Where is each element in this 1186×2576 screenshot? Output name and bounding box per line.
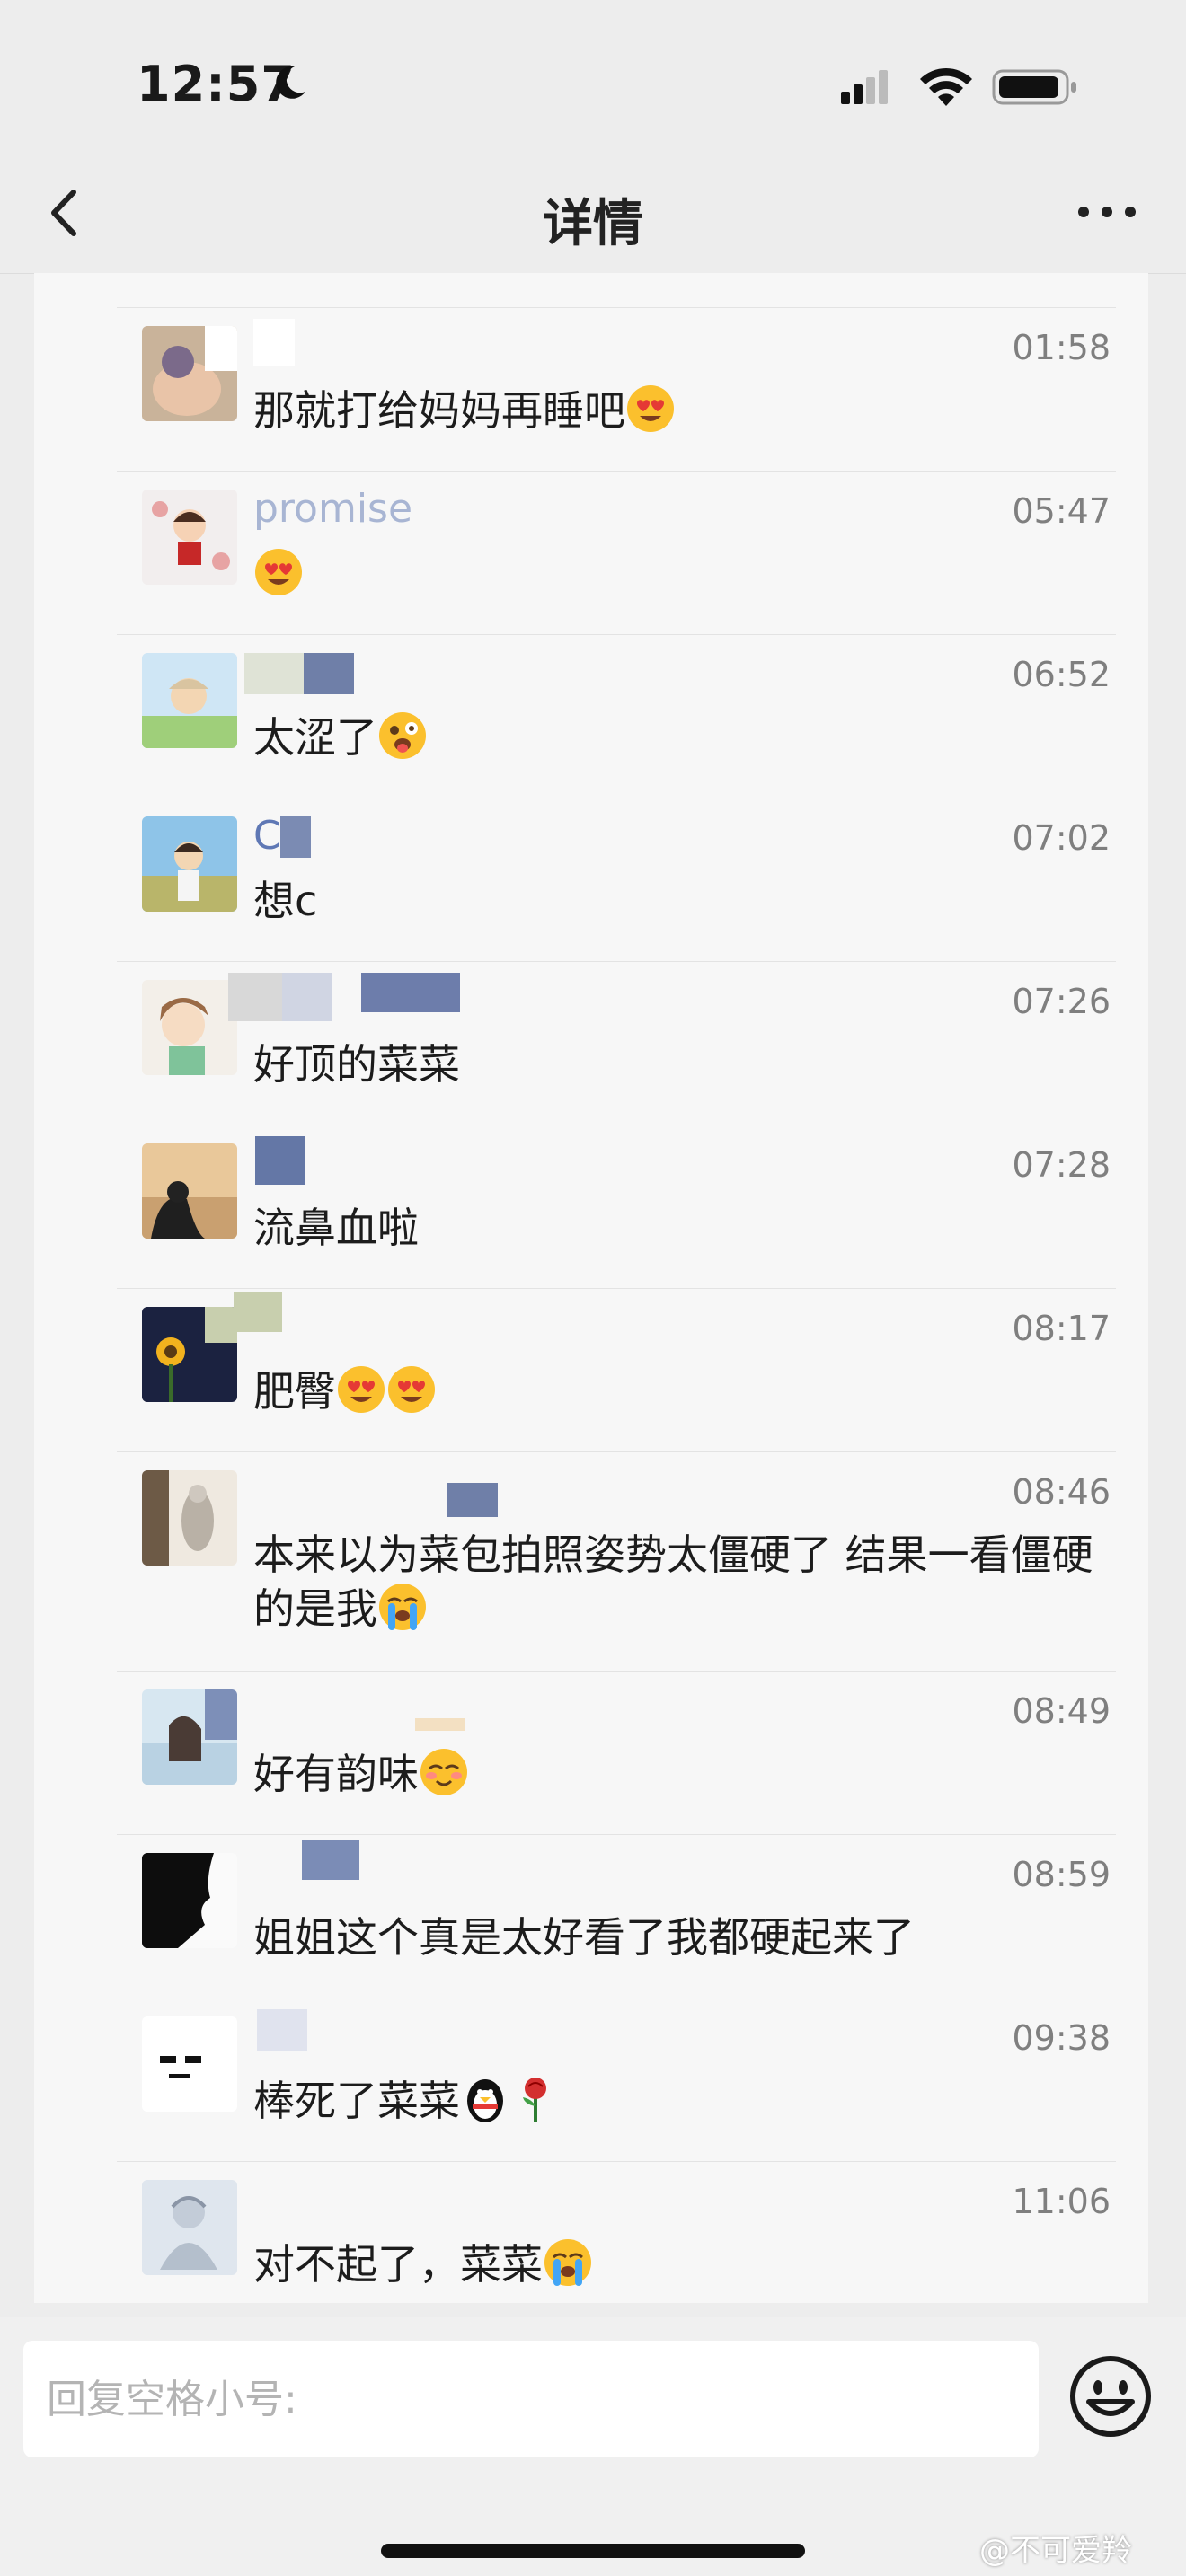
username-mosaic [253,1463,498,1517]
username[interactable]: promise [253,486,412,532]
username-mosaic [228,973,460,1021]
watermark: @不可爱羚 [979,2533,1132,2569]
moon-icon [276,66,305,99]
more-options-icon[interactable] [1071,194,1143,230]
avatar[interactable] [142,326,237,421]
avatar[interactable] [142,1470,237,1566]
comment-text: 好有韵味 [253,1747,1116,1801]
avatar[interactable] [142,816,237,912]
comment-text: 本来以为菜包拍照姿势太僵硬了 结果一看僵硬的是我 [253,1528,1116,1636]
username-mosaic [253,319,361,366]
comment-text: 好顶的菜菜 [253,1040,460,1089]
username-mosaic [253,1136,361,1185]
avatar[interactable] [142,1143,237,1239]
comment-item[interactable]: 09:38 棒死了菜菜 [117,1998,1116,2162]
comment-item[interactable]: 08:17 肥臀 [117,1288,1116,1452]
username-mosaic [234,1292,361,1346]
comment-item[interactable]: 08:46 本来以为菜包拍照姿势太僵硬了 结果一看僵硬的是我 [117,1451,1116,1672]
comment-time: 05:47 [1012,491,1111,531]
comment-item[interactable]: C 07:02 想c [117,798,1116,962]
crying-emoji-icon [544,2239,591,2286]
comment-text-content: 太涩了 [253,713,377,762]
avatar[interactable] [142,2016,237,2112]
comment-text: 想c [253,877,318,925]
comment-item[interactable]: 06:52 太涩了 [117,634,1116,798]
status-bar: 12:57 [0,0,1186,153]
comment-text [253,547,1116,601]
comment-time: 07:28 [1012,1145,1111,1185]
blush-emoji-icon [420,1749,467,1795]
username-mosaic [253,1840,361,1892]
comment-time: 11:06 [1012,2182,1111,2221]
crying-emoji-icon [379,1584,426,1630]
comment-text: 姐姐这个真是太好看了我都硬起来了 [253,1913,915,1962]
heart-eyes-emoji-icon [627,385,674,432]
comment-item[interactable]: 07:26 好顶的菜菜 [117,961,1116,1125]
comment-text: 太涩了 [253,710,1116,764]
comment-time: 08:49 [1012,1691,1111,1731]
rose-emoji-icon [523,2078,546,2122]
avatar[interactable] [142,2180,237,2275]
comment-text-content: 那就打给妈妈再睡吧 [253,386,625,435]
comment-item[interactable]: 11:06 对不起了，菜菜 [117,2161,1116,2303]
comment-time: 08:17 [1012,1309,1111,1348]
avatar[interactable] [142,653,237,748]
home-indicator [381,2544,805,2558]
comment-text: 肥臀 [253,1364,1116,1418]
username-mosaic [253,2009,361,2056]
comment-text-content: 肥臀 [253,1367,336,1416]
comment-text-content: 好有韵味 [253,1750,419,1798]
avatar[interactable] [142,1689,237,1785]
comment-item[interactable]: 08:59 姐姐这个真是太好看了我都硬起来了 [117,1834,1116,1998]
comment-time: 08:59 [1012,1855,1111,1894]
username-mosaic [253,1682,465,1731]
wifi-icon [920,67,972,106]
comment-item[interactable]: promise 05:47 [117,471,1116,635]
reply-bar: @不可爱羚 [0,2317,1186,2576]
heart-eyes-emoji-icon [338,1366,385,1413]
comment-list: 01:58 那就打给妈妈再睡吧 promise 05:47 06:52 太涩了 … [34,273,1148,2303]
comment-time: 07:26 [1012,982,1111,1021]
comment-text: 对不起了，菜菜 [253,2237,1116,2291]
comment-item[interactable]: 01:58 那就打给妈妈再睡吧 [117,307,1116,472]
comment-text: 那就打给妈妈再睡吧 [253,384,1116,437]
comment-time: 01:58 [1012,328,1111,367]
comment-time: 06:52 [1012,655,1111,694]
comment-time: 07:02 [1012,818,1111,858]
comment-text: 流鼻血啦 [253,1204,419,1252]
username[interactable]: C [253,813,281,859]
nav-bar: 详情 [0,153,1186,274]
comment-item[interactable]: 08:49 好有韵味 [117,1671,1116,1835]
comment-item[interactable]: 07:28 流鼻血啦 [117,1125,1116,1289]
avatar[interactable] [142,490,237,585]
heart-eyes-emoji-icon [255,549,302,595]
avatar[interactable] [142,1853,237,1948]
comment-text: 棒死了菜菜 [253,2074,1116,2128]
comment-time: 08:46 [1012,1472,1111,1512]
username-mosaic [244,646,361,694]
cellular-signal-icon [841,70,888,104]
reply-input[interactable] [23,2341,1039,2457]
emoji-picker-icon[interactable] [1067,2353,1154,2439]
comment-text-content: 棒死了菜菜 [253,2077,460,2125]
comment-time: 09:38 [1012,2018,1111,2058]
tongue-emoji-icon [379,712,426,759]
avatar[interactable] [142,980,237,1075]
page-title: 详情 [543,195,643,253]
battery-icon [992,69,1076,105]
qq-penguin-emoji-icon [467,2079,503,2122]
heart-eyes-emoji-icon [388,1366,435,1413]
comment-text-content: 对不起了，菜菜 [253,2240,543,2289]
avatar[interactable] [142,1307,237,1402]
